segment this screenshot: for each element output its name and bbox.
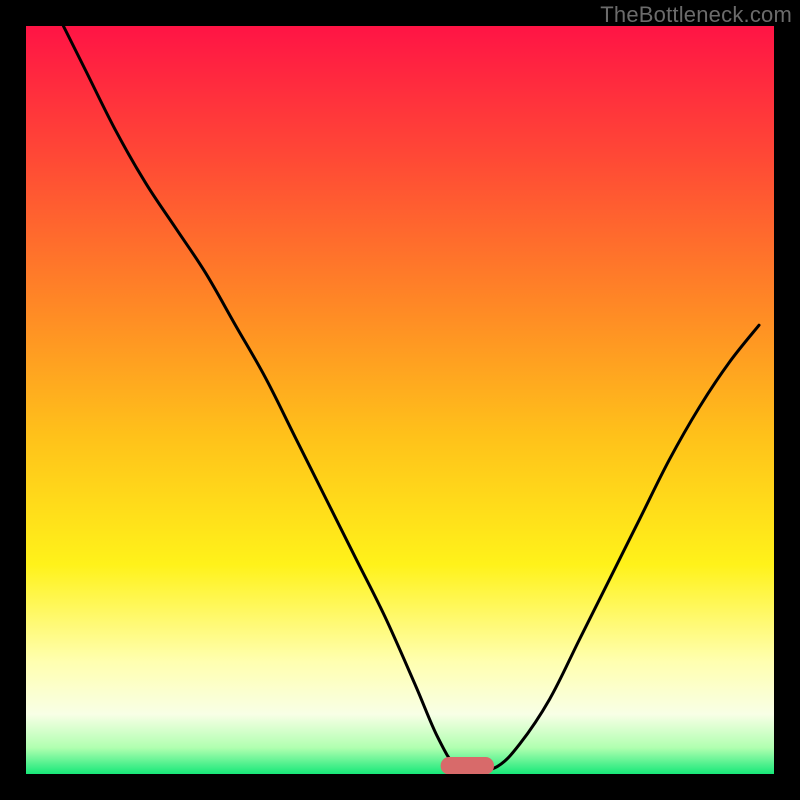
optimal-marker	[441, 758, 493, 774]
chart-svg	[26, 26, 774, 774]
attribution-text: TheBottleneck.com	[600, 2, 792, 28]
chart-frame: TheBottleneck.com	[0, 0, 800, 800]
chart-plot-area	[26, 26, 774, 774]
chart-background	[26, 26, 774, 774]
